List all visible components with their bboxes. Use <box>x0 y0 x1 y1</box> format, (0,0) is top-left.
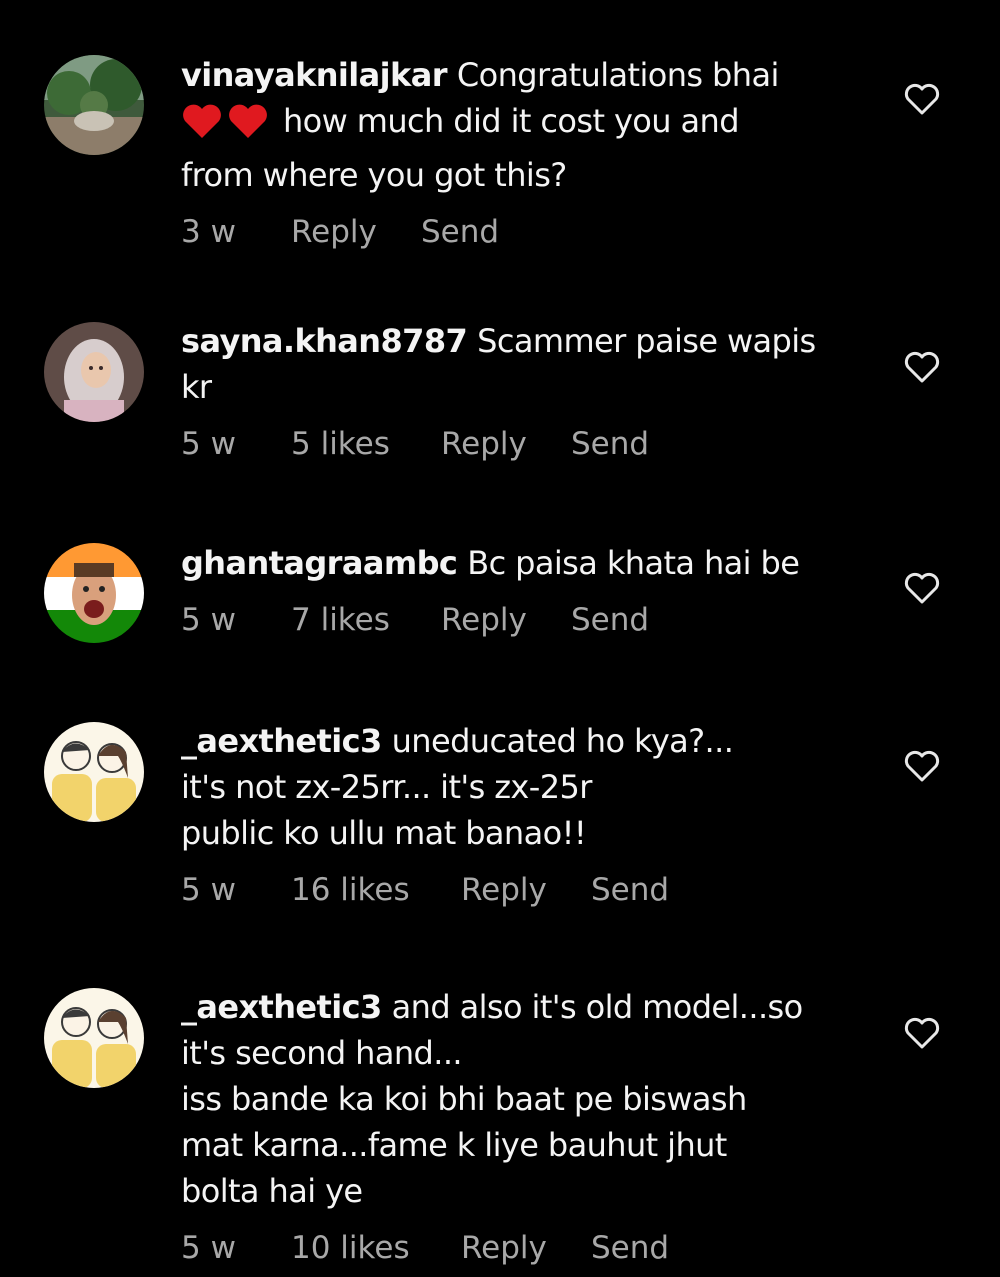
avatar[interactable] <box>44 543 144 643</box>
comment-line: it's second hand... <box>181 1034 463 1072</box>
comment-username[interactable]: _aexthetic3 <box>181 988 382 1026</box>
comment-username[interactable]: _aexthetic3 <box>181 722 382 760</box>
comment-meta: 5 w 5 likes Reply Send <box>181 424 871 464</box>
comment-line-row: how much did it cost you and <box>181 98 871 152</box>
reply-button[interactable]: Reply <box>441 600 571 640</box>
comment-line: it's not zx-25rr... it's zx-25r <box>181 768 592 806</box>
avatar[interactable] <box>44 55 144 155</box>
comment-body: _aexthetic3 and also it's old model...so … <box>181 984 871 1268</box>
comment-text: _aexthetic3 and also it's old model...so … <box>181 984 871 1214</box>
comment-body: _aexthetic3 uneducated ho kya?... it's no… <box>181 718 871 910</box>
avatar[interactable] <box>44 722 144 822</box>
comment-time: 5 w <box>181 426 236 462</box>
comment-text: vinayaknilajkar Congratulations bhai how … <box>181 52 871 198</box>
comment-likes[interactable]: 5 likes <box>291 424 441 464</box>
comment-time: 5 w <box>181 602 236 638</box>
heart-outline-icon[interactable] <box>903 1015 941 1051</box>
avatar[interactable] <box>44 322 144 422</box>
heart-outline-icon[interactable] <box>903 748 941 784</box>
comment-line: Bc paisa khata hai be <box>467 544 800 582</box>
comment-likes[interactable]: 16 likes <box>291 870 461 910</box>
send-button[interactable]: Send <box>571 424 649 464</box>
comment-username[interactable]: sayna.khan8787 <box>181 322 468 360</box>
reply-button[interactable]: Reply <box>461 870 591 910</box>
comment-meta: 5 w 7 likes Reply Send <box>181 600 871 640</box>
comment-text: sayna.khan8787 Scammer paise wapis kr <box>181 318 871 410</box>
avatar[interactable] <box>44 988 144 1088</box>
send-button[interactable]: Send <box>591 1228 669 1268</box>
comment-line: Scammer paise wapis <box>477 322 816 360</box>
heart-outline-icon[interactable] <box>903 81 941 117</box>
reply-button[interactable]: Reply <box>291 212 421 252</box>
comment-likes[interactable]: 7 likes <box>291 600 441 640</box>
comment-line: bolta hai ye <box>181 1172 363 1210</box>
reply-button[interactable]: Reply <box>461 1228 591 1268</box>
comment-body: ghantagraambc Bc paisa khata hai be 5 w 7 … <box>181 540 871 640</box>
comment-text: ghantagraambc Bc paisa khata hai be <box>181 540 871 586</box>
comment-line: mat karna...fame k liye bauhut jhut <box>181 1126 727 1164</box>
comment-meta: 3 w Reply Send <box>181 212 871 252</box>
send-button[interactable]: Send <box>591 870 669 910</box>
comment-meta: 5 w 10 likes Reply Send <box>181 1228 871 1268</box>
comment-line: uneducated ho kya?... <box>391 722 734 760</box>
comment-username[interactable]: vinayaknilajkar <box>181 56 448 94</box>
red-heart-emoji <box>181 102 273 152</box>
reply-button[interactable]: Reply <box>441 424 571 464</box>
heart-outline-icon[interactable] <box>903 349 941 385</box>
send-button[interactable]: Send <box>421 212 499 252</box>
comment-body: vinayaknilajkar Congratulations bhai how … <box>181 52 871 252</box>
comment-time: 5 w <box>181 872 236 908</box>
comment-username[interactable]: ghantagraambc <box>181 544 458 582</box>
comment-line: public ko ullu mat banao!! <box>181 814 587 852</box>
comment-line: Congratulations bhai <box>456 56 779 94</box>
comment-text: _aexthetic3 uneducated ho kya?... it's no… <box>181 718 871 856</box>
comment-meta: 5 w 16 likes Reply Send <box>181 870 871 910</box>
comment-line: and also it's old model...so <box>391 988 804 1026</box>
comment-time: 5 w <box>181 1230 236 1266</box>
comment-line: from where you got this? <box>181 156 567 194</box>
comment-line: iss bande ka koi bhi baat pe biswash <box>181 1080 747 1118</box>
comment-line: kr <box>181 368 212 406</box>
comment-likes[interactable]: 10 likes <box>291 1228 461 1268</box>
comment-line: how much did it cost you and <box>283 102 740 140</box>
heart-outline-icon[interactable] <box>903 570 941 606</box>
send-button[interactable]: Send <box>571 600 649 640</box>
comment-body: sayna.khan8787 Scammer paise wapis kr 5 w… <box>181 318 871 464</box>
comment-time: 3 w <box>181 214 236 250</box>
